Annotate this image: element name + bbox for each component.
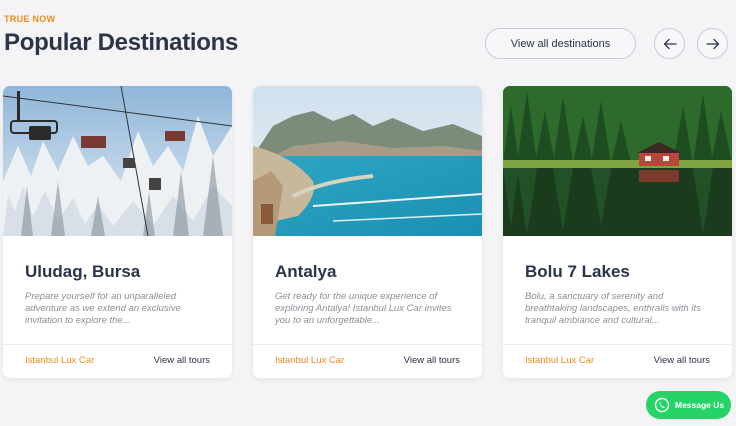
card-divider: [503, 344, 732, 345]
next-button[interactable]: [697, 28, 728, 59]
card-description: Get ready for the unique experience of e…: [275, 291, 452, 326]
card-title: Antalya: [275, 262, 337, 281]
view-all-tours-link[interactable]: View all tours: [154, 355, 210, 366]
arrow-left-icon: [663, 38, 677, 49]
arrow-right-icon: [705, 38, 719, 49]
card-divider: [253, 344, 482, 345]
view-all-tours-link[interactable]: View all tours: [404, 355, 460, 366]
card-description: Bolu, a sanctuary of serenity and breath…: [525, 291, 701, 326]
view-all-destinations-button[interactable]: View all destinations: [485, 28, 636, 59]
card-brand: Istanbul Lux Car: [275, 355, 345, 366]
destination-card[interactable]: Antalya Get ready for the unique experie…: [253, 86, 482, 378]
card-title: Bolu 7 Lakes: [525, 262, 630, 281]
view-all-tours-link[interactable]: View all tours: [654, 355, 710, 366]
destination-card[interactable]: Bolu 7 Lakes Bolu, a sanctuary of sereni…: [503, 86, 732, 378]
card-description: Prepare yourself for an unparalleled adv…: [25, 291, 181, 326]
coastal-city-bay-image: [253, 86, 482, 236]
previous-button[interactable]: [654, 28, 685, 59]
whatsapp-icon: [654, 397, 670, 413]
whatsapp-message-button[interactable]: Message Us: [646, 391, 731, 419]
card-title: Uludag, Bursa: [25, 262, 141, 281]
destination-card[interactable]: Uludag, Bursa Prepare yourself for an un…: [3, 86, 232, 378]
forest-lake-house-image: [503, 86, 732, 236]
snowy-ski-lift-image: [3, 86, 232, 236]
whatsapp-label: Message Us: [675, 400, 725, 410]
section-title: Popular Destinations: [4, 29, 239, 56]
card-divider: [3, 344, 232, 345]
eyebrow-label: TRUE NOW: [4, 14, 56, 24]
card-brand: Istanbul Lux Car: [525, 355, 595, 366]
card-brand: Istanbul Lux Car: [25, 355, 95, 366]
